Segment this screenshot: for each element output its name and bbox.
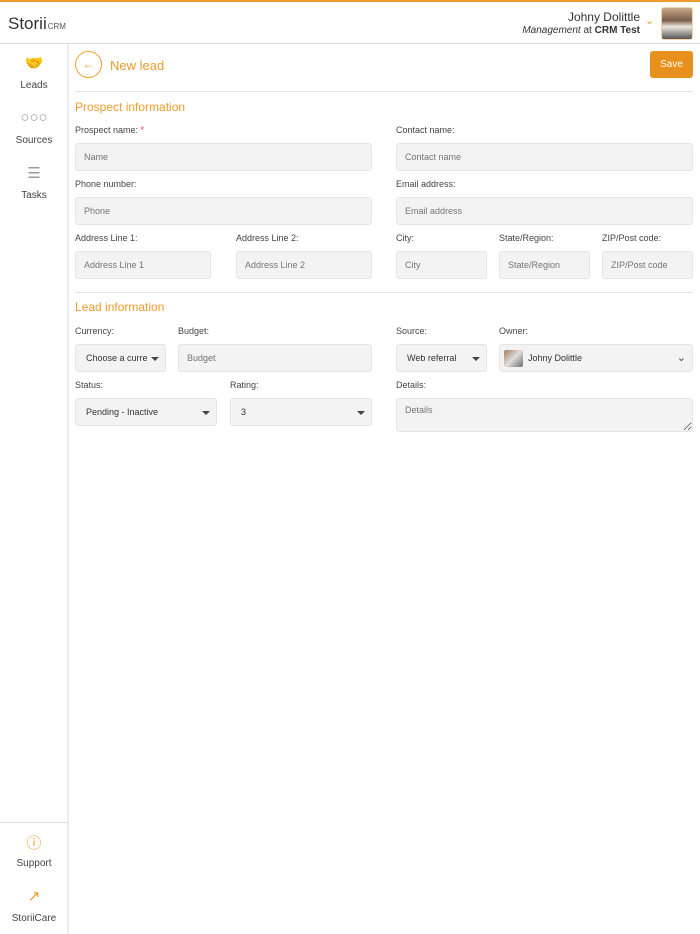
details-textarea[interactable] (396, 398, 693, 432)
currency-select[interactable]: Choose a curre (75, 344, 166, 372)
user-name[interactable]: Johny Dolittle (568, 10, 640, 24)
prospect-name-label: Prospect name: * (75, 125, 144, 135)
app-logo[interactable]: StoriiCRM (8, 14, 66, 34)
divider (75, 292, 693, 293)
caret-down-icon (357, 411, 365, 415)
save-button[interactable]: Save (650, 51, 693, 78)
caret-down-icon (472, 357, 480, 361)
required-marker: * (140, 125, 145, 135)
chevron-down-icon: ⌄ (676, 352, 686, 364)
section-title-prospect: Prospect information (75, 100, 186, 114)
user-avatar[interactable] (661, 7, 693, 40)
address1-label: Address Line 1: (75, 233, 138, 243)
tasks-icon: ☰ (27, 165, 41, 182)
sidebar-item-leads[interactable]: 🤝 Leads (0, 54, 68, 91)
sidebar-item-support[interactable]: ⓘ Support (0, 832, 68, 869)
sidebar-divider (0, 822, 68, 823)
help-circle-icon: ⓘ (26, 835, 42, 852)
currency-label: Currency: (75, 326, 115, 336)
logo-text: Storii (8, 14, 47, 33)
role: Management (522, 25, 581, 36)
label: Support (16, 858, 52, 869)
label-text: Prospect name: (75, 125, 139, 135)
label: Leads (20, 80, 48, 91)
status-select[interactable]: Pending - Inactive (75, 398, 217, 426)
label: Tasks (21, 190, 47, 201)
contact-name-input[interactable] (396, 143, 693, 171)
budget-label: Budget: (178, 326, 210, 336)
at: at (583, 25, 592, 36)
chevron-down-icon[interactable]: ⌄ (645, 14, 654, 27)
sources-icon: ○○○ (20, 109, 48, 126)
sidebar-item-storiicare[interactable]: ↗ StoriiCare (0, 887, 68, 924)
state-input[interactable] (499, 251, 590, 279)
sidebar-item-tasks[interactable]: ☰ Tasks (0, 164, 68, 201)
label: Sources (15, 135, 53, 146)
arrow-left-icon: ← (82, 57, 95, 71)
external-link-icon: ↗ (27, 888, 41, 905)
rating-label: Rating: (230, 380, 259, 390)
source-select[interactable]: Web referral (396, 344, 487, 372)
sidebar-item-sources[interactable]: ○○○ Sources (0, 109, 68, 146)
logo-suffix: CRM (47, 22, 66, 31)
selected-value: Pending - Inactive (86, 407, 159, 417)
label: StoriiCare (11, 913, 57, 924)
back-button[interactable]: ← (75, 51, 102, 78)
handshake-icon: 🤝 (24, 55, 44, 72)
section-title-lead: Lead information (75, 300, 165, 314)
city-label: City: (396, 233, 414, 243)
address2-label: Address Line 2: (236, 233, 299, 243)
caret-down-icon (202, 411, 210, 415)
zip-label: ZIP/Post code: (602, 233, 662, 243)
caret-down-icon (151, 357, 159, 361)
selected-value: Web referral (407, 353, 457, 363)
rating-select[interactable]: 3 (230, 398, 372, 426)
address1-input[interactable] (75, 251, 211, 279)
details-label: Details: (396, 380, 427, 390)
prospect-name-input[interactable] (75, 143, 372, 171)
page-title: New lead (110, 58, 165, 73)
phone-label: Phone number: (75, 179, 137, 189)
source-label: Source: (396, 326, 428, 336)
email-label: Email address: (396, 179, 456, 189)
zip-input[interactable] (602, 251, 693, 279)
owner-avatar (504, 350, 523, 367)
address2-input[interactable] (236, 251, 372, 279)
city-input[interactable] (396, 251, 487, 279)
selected-value: 3 (241, 407, 247, 417)
email-input[interactable] (396, 197, 693, 225)
contact-name-label: Contact name: (396, 125, 455, 135)
sidebar: 🤝 Leads ○○○ Sources ☰ Tasks ⓘ Support ↗ Stori… (0, 44, 69, 934)
status-label: Status: (75, 380, 104, 390)
organization: CRM Test (594, 25, 640, 36)
selected-value: Choose a curre (86, 353, 148, 363)
owner-label: Owner: (499, 326, 529, 336)
divider (75, 91, 693, 92)
selected-value: Johny Dolittle (528, 353, 583, 363)
state-label: State/Region: (499, 233, 554, 243)
app-header: StoriiCRM Johny Dolittle Management at C… (0, 2, 700, 44)
owner-select[interactable]: Johny Dolittle ⌄ (499, 344, 693, 372)
phone-input[interactable] (75, 197, 372, 225)
user-role: Management at CRM Test (522, 25, 640, 36)
budget-input[interactable] (178, 344, 372, 372)
